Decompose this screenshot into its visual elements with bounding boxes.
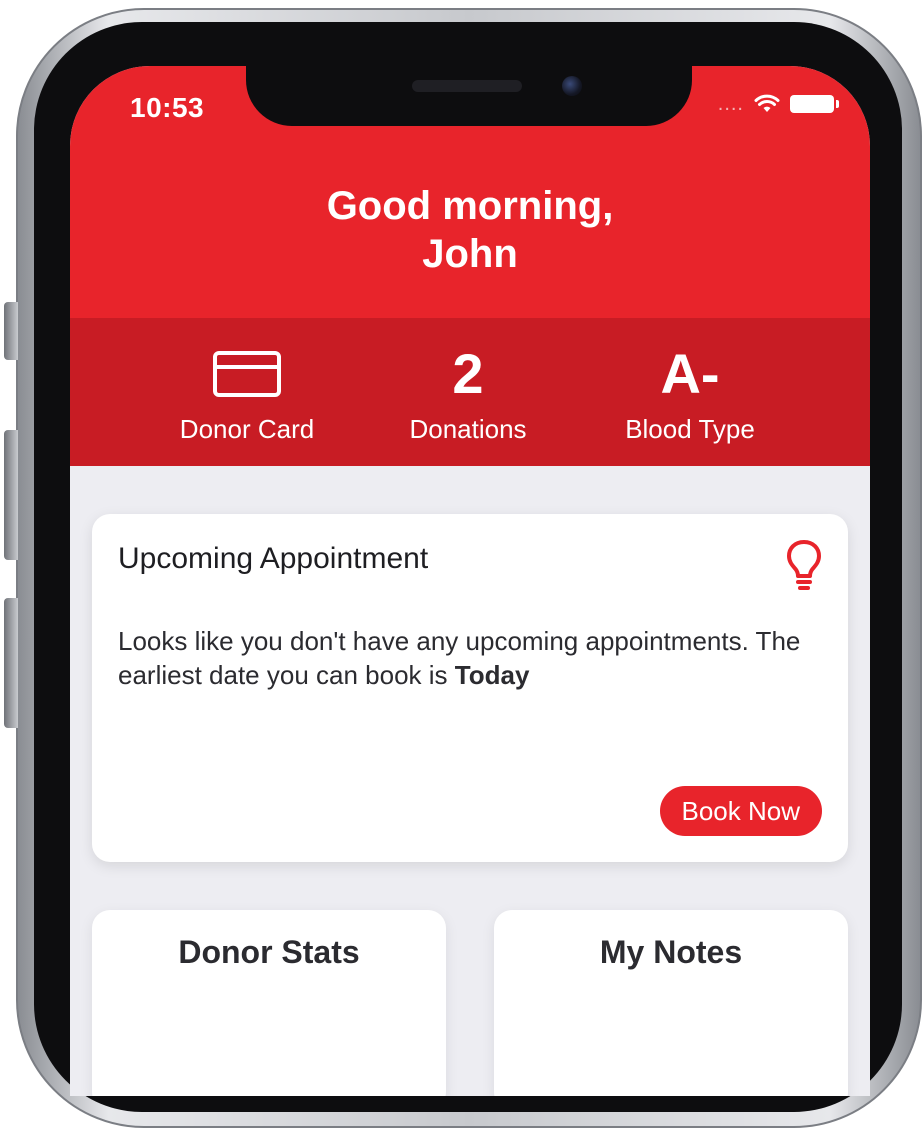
earliest-date: Today [454,660,530,690]
stats-bar: Donor Card 2 Donations A- Blood Type [70,318,870,466]
app-screen: 10:53 .... Good morning, John Donor Card… [70,66,870,1096]
battery-icon [790,95,839,113]
status-time: 10:53 [130,92,205,123]
status-icons: .... [717,93,839,115]
donor-card-button[interactable]: Donor Card [147,340,347,444]
credit-card-icon [213,351,281,397]
wifi-icon [754,94,780,112]
blood-type-value: A- [660,342,720,405]
blood-type-stat[interactable]: A- Blood Type [590,340,790,445]
my-notes-tile[interactable]: My Notes [494,910,848,1096]
earpiece-speaker [412,80,522,92]
donations-count: 2 [452,342,484,405]
my-notes-title: My Notes [599,934,743,970]
volume-down-button [4,598,18,728]
book-now-button[interactable]: Book Now [659,786,822,836]
appointment-message: Looks like you don't have any upcoming a… [118,624,818,692]
front-camera-icon [562,76,582,96]
greeting-user-name: John [422,232,518,276]
volume-up-button [4,430,18,560]
appointment-card-title: Upcoming Appointment [118,542,429,575]
donor-card-label: Donor Card [179,414,315,444]
donor-stats-title: Donor Stats [178,934,360,970]
greeting: Good morning, John [70,182,870,278]
donations-label: Donations [409,414,527,444]
donor-stats-tile[interactable]: Donor Stats [92,910,446,1096]
notch [246,66,692,126]
lightbulb-icon[interactable] [786,538,822,592]
signal-icon: .... [717,93,744,115]
mute-switch [4,302,18,360]
blood-type-label: Blood Type [625,414,755,444]
upcoming-appointment-card: Upcoming Appointment Looks like you don'… [92,514,848,862]
greeting-line-1: Good morning, [326,184,614,228]
donations-stat[interactable]: 2 Donations [368,340,568,445]
